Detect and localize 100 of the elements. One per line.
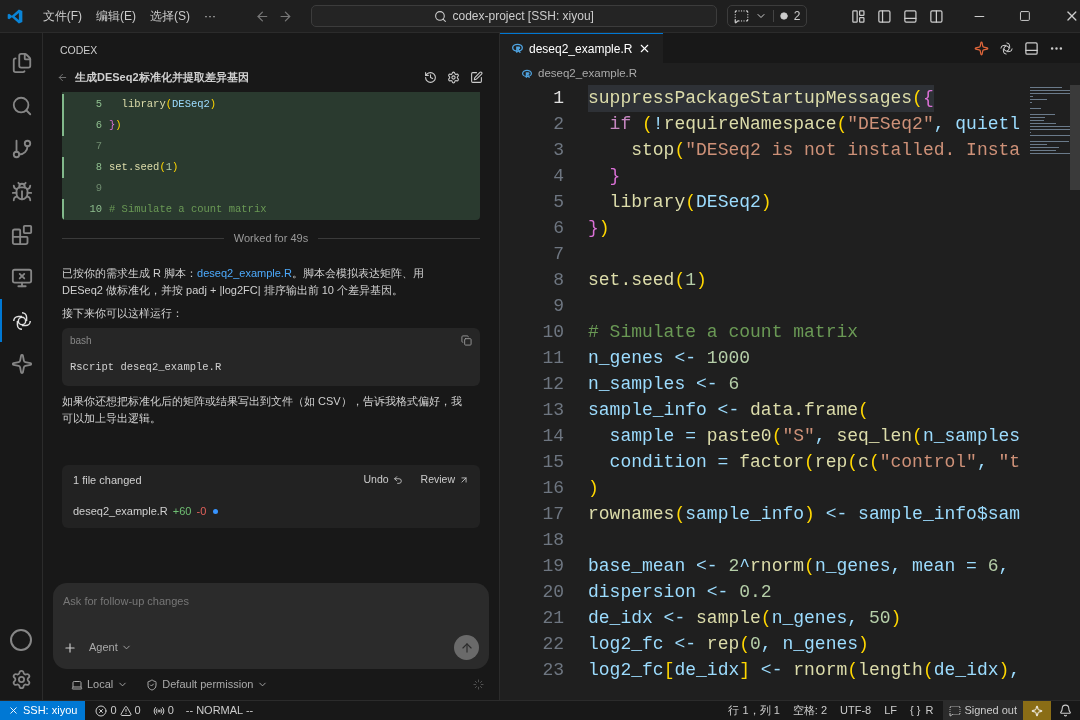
- code-line: set.seed(1): [588, 268, 707, 292]
- code-line: n_genes <- 1000: [588, 346, 751, 370]
- menu-item[interactable]: 编辑(E): [91, 7, 142, 25]
- remote-icon: [8, 705, 19, 716]
- remote-indicator[interactable]: SSH: xiyou: [0, 701, 86, 720]
- follow-up-input[interactable]: Ask for follow-up changes: [63, 593, 479, 610]
- monitor-icon: [11, 266, 33, 289]
- branch-icon: [11, 137, 33, 160]
- line-number: 7: [94, 138, 102, 154]
- code-line: library(DESeq2): [608, 190, 772, 214]
- search-icon: [433, 9, 447, 23]
- sparkle-icon[interactable]: [974, 40, 989, 56]
- shield-icon: [146, 678, 159, 691]
- line-number: 16: [541, 476, 564, 500]
- scrollbar-thumb[interactable]: [1070, 85, 1080, 190]
- indentation[interactable]: 空格: 2: [792, 702, 827, 719]
- vim-mode: -- NORMAL --: [185, 703, 254, 719]
- worked-duration: Worked for 49s: [233, 231, 309, 246]
- ports-indicator[interactable]: 0: [152, 702, 174, 719]
- search-text: codex-project [SSH: xiyou]: [452, 8, 594, 25]
- undo-button[interactable]: Undo: [363, 472, 403, 488]
- code-line: sample = paste0("S", seq_len(n_samples: [608, 424, 1021, 448]
- back-icon[interactable]: [57, 71, 68, 83]
- maximize-icon[interactable]: [1019, 10, 1032, 22]
- agent-count: 2: [793, 8, 801, 25]
- problems-indicator[interactable]: 0 0: [95, 702, 141, 719]
- editor-tab[interactable]: deseq2_example.R: [500, 33, 664, 63]
- code-line: rownames(sample_info) <- sample_info$sam: [588, 502, 1021, 526]
- changes-summary: 1 file changed: [73, 472, 142, 488]
- account-icon[interactable]: [10, 629, 32, 651]
- line-number: 3: [552, 138, 564, 162]
- dot-icon: [779, 12, 788, 20]
- line-number: 17: [541, 502, 564, 526]
- layout-icon[interactable]: [851, 8, 867, 24]
- code-line: base_mean <- 2^rnorm(n_genes, mean = 6,: [588, 554, 1010, 578]
- language-mode[interactable]: { } R: [910, 702, 934, 719]
- copy-icon[interactable]: [461, 335, 472, 346]
- notifications-icon[interactable]: [1059, 704, 1072, 717]
- code-text: Rscript deseq2_example.R: [70, 360, 223, 375]
- knot-logo-icon: [11, 309, 33, 332]
- antenna-icon: [152, 704, 165, 717]
- laptop-icon: [71, 678, 83, 691]
- code-line: }): [588, 216, 610, 240]
- sidebar-toggle-icon[interactable]: [877, 8, 892, 24]
- breadcrumb[interactable]: deseq2_example.R: [538, 65, 638, 83]
- account-status[interactable]: Signed out: [943, 701, 1023, 720]
- code-line: }): [109, 117, 122, 133]
- copilot-button[interactable]: [1023, 701, 1051, 720]
- code-line: }: [608, 164, 621, 188]
- line-number: 4: [552, 164, 564, 188]
- command-search-field[interactable]: codex-project [SSH: xiyou]: [310, 5, 717, 27]
- line-number: 22: [541, 632, 564, 656]
- blocks-icon: [11, 223, 33, 246]
- assistant-message: 已按你的需求生成 R 脚本：deseq2_example.R。脚本会模拟表达矩阵、用 DESeq2 做标准化，并按 padj + |log2FC| 排序输出前 10 个差异基因。: [62, 265, 425, 298]
- environment-dropdown[interactable]: Local: [71, 676, 129, 693]
- line-number: 9: [552, 294, 564, 318]
- code-line: # Simulate a count matrix: [588, 320, 859, 344]
- send-button[interactable]: [454, 635, 479, 660]
- mode-dropdown[interactable]: Agent: [89, 639, 132, 656]
- lines-removed: -0: [196, 504, 207, 520]
- panel-toggle-icon[interactable]: [903, 8, 918, 24]
- review-button[interactable]: Review: [420, 472, 469, 488]
- code-line: sample_info <- data.frame(: [588, 398, 869, 422]
- code-language: bash: [70, 334, 92, 348]
- knot-logo-icon[interactable]: [999, 40, 1014, 56]
- split-icon[interactable]: [928, 8, 944, 24]
- code-line: condition = factor(rep(c("control", "t: [608, 450, 1021, 474]
- line-number: 11: [541, 346, 564, 370]
- menu-item[interactable]: 文件(F): [37, 7, 88, 25]
- file-link[interactable]: deseq2_example.R: [197, 266, 292, 279]
- permission-dropdown[interactable]: Default permission: [146, 676, 269, 693]
- settings-icon[interactable]: [10, 669, 32, 690]
- r-file-icon: [522, 69, 532, 79]
- bug-icon: [11, 180, 33, 203]
- line-number: 5: [552, 190, 564, 214]
- agent-status-button[interactable]: 2: [726, 5, 808, 27]
- thread-title: 生成DESeq2标准化并提取差异基因: [75, 69, 249, 85]
- line-number: 8: [552, 268, 564, 292]
- external-arrow-icon: [459, 475, 469, 485]
- line-number: 15: [541, 450, 564, 474]
- line-number: 7: [552, 242, 564, 266]
- history-icon[interactable]: [424, 70, 437, 84]
- line-ending[interactable]: LF: [884, 702, 898, 719]
- add-icon[interactable]: [63, 640, 77, 655]
- menu-item[interactable]: 选择(S): [145, 7, 196, 25]
- files-icon: [11, 51, 33, 74]
- new-chat-icon[interactable]: [470, 70, 483, 84]
- settings-icon[interactable]: [447, 70, 460, 84]
- line-number: 13: [541, 398, 564, 422]
- encoding[interactable]: UTF-8: [840, 702, 872, 719]
- run-hint: 接下来你可以这样运行：: [62, 305, 184, 321]
- code-line: # Simulate a count matrix: [109, 201, 267, 217]
- code-line: set.seed(1): [109, 159, 179, 175]
- sparkle-icon: [11, 352, 33, 375]
- line-number: 19: [541, 554, 564, 578]
- split-editor-icon[interactable]: [1024, 40, 1039, 56]
- menu-item[interactable]: ···: [199, 7, 222, 25]
- cursor-position[interactable]: 行 1，列 1: [728, 702, 780, 719]
- changed-file[interactable]: deseq2_example.R: [73, 503, 168, 520]
- line-number: 6: [94, 117, 102, 133]
